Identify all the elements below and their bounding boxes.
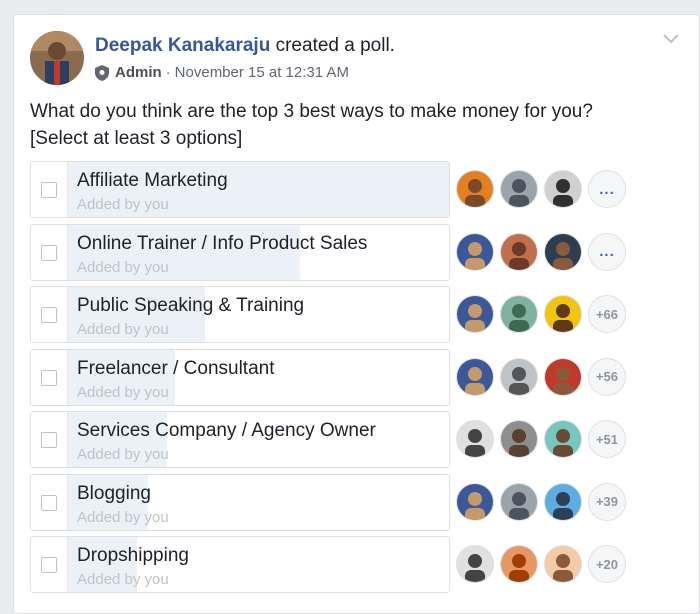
voter-avatar[interactable] [456,357,494,396]
more-voters-button[interactable]: +51 [588,420,626,458]
voter-avatar[interactable] [500,482,538,521]
voter-avatar[interactable] [456,545,494,583]
voter-avatar[interactable] [500,295,538,333]
voter-avatar[interactable] [544,420,582,458]
voter-avatar[interactable] [500,357,538,396]
poll-option[interactable]: Online Trainer / Info Product Sales Added… [30,223,450,281]
poll-option-row: Public Speaking & Training Added by you +6… [30,286,690,343]
checkbox-cell [31,537,68,592]
more-voters-button[interactable]: ... [588,170,626,208]
voter-avatar[interactable] [500,170,538,208]
voter-avatar[interactable] [544,232,582,271]
voter-avatar[interactable] [500,420,538,458]
voter-avatars: +51 [456,420,626,458]
more-voters-button[interactable]: +39 [588,482,626,521]
poll-option-row: Freelancer / Consultant Added by you +56 [30,348,690,406]
question-instruction: [Select at least 3 options] [30,128,243,149]
poll-option-row: Blogging Added by you +39 [30,473,690,531]
voter-avatars: +66 [456,295,626,333]
voter-avatars: ... [456,232,626,271]
poll-option-row: Dropshipping Added by you +20 [30,536,690,593]
checkbox-cell [31,224,68,280]
author-name[interactable]: Deepak Kanakaraju [95,35,270,56]
poll-option-row: Affiliate Marketing Added by you... [30,161,690,218]
checkbox-cell [31,287,68,342]
poll-option[interactable]: Services Company / Agency Owner Added by … [30,411,450,468]
voter-avatar[interactable] [500,545,538,583]
poll-question: What do you think are the top 3 best way… [30,98,670,152]
author-avatar[interactable] [30,31,84,85]
option-checkbox[interactable] [41,494,57,511]
option-added-by: Added by you [77,383,169,401]
voter-avatar[interactable] [544,545,582,583]
author-line: Deepak Kanakaraju created a poll. [95,35,395,57]
more-voters-button[interactable]: +56 [588,357,626,396]
option-checkbox[interactable] [41,307,57,323]
more-voters-button[interactable]: +66 [588,295,626,333]
voter-avatar[interactable] [500,232,538,271]
poll-option[interactable]: Dropshipping Added by you [30,536,450,593]
poll-option[interactable]: Blogging Added by you [30,473,450,531]
voter-avatars: +39 [456,482,626,521]
post-meta: Admin · November 15 at 12:31 AM [95,64,349,81]
poll-options: Affiliate Marketing Added by you... Online… [30,161,690,599]
poll-option[interactable]: Freelancer / Consultant Added by you [30,348,450,406]
voter-avatar[interactable] [544,295,582,333]
option-checkbox[interactable] [41,369,57,386]
voter-avatars: ... [456,170,626,208]
admin-role: Admin [115,64,162,81]
option-added-by: Added by you [77,508,169,526]
voter-avatar[interactable] [544,170,582,208]
question-text: What do you think are the top 3 best way… [30,101,593,122]
poll-option-row: Services Company / Agency Owner Added by … [30,411,690,468]
post-timestamp[interactable]: November 15 at 12:31 AM [175,64,349,81]
post-action: created a poll. [275,35,395,56]
voter-avatars: +20 [456,545,626,583]
option-checkbox[interactable] [41,432,57,448]
option-added-by: Added by you [77,321,169,338]
checkbox-cell [31,349,68,405]
shield-icon [95,64,109,81]
voter-avatar[interactable] [456,482,494,521]
option-added-by: Added by you [77,446,169,463]
option-added-by: Added by you [77,571,169,588]
chevron-down-icon[interactable] [661,31,681,47]
option-label: Blogging [77,482,151,504]
more-voters-button[interactable]: ... [588,232,626,271]
poll-option[interactable]: Affiliate Marketing Added by you [30,161,450,218]
poll-option-row: Online Trainer / Info Product Sales Added… [30,223,690,281]
voter-avatars: +56 [456,357,626,396]
checkbox-cell [31,474,68,530]
checkbox-cell [31,412,68,467]
voter-avatar[interactable] [456,170,494,208]
voter-avatar[interactable] [456,232,494,271]
more-voters-button[interactable]: +20 [588,545,626,583]
post-header: Deepak Kanakaraju created a poll. Admin … [14,15,699,95]
option-label: Online Trainer / Info Product Sales [77,232,368,254]
option-checkbox[interactable] [41,182,57,198]
option-checkbox[interactable] [41,244,57,261]
voter-avatar[interactable] [456,295,494,333]
poll-option[interactable]: Public Speaking & Training Added by you [30,286,450,343]
option-label: Services Company / Agency Owner [77,420,376,441]
meta-separator: · [165,64,171,81]
poll-post: Deepak Kanakaraju created a poll. Admin … [13,14,700,614]
option-added-by: Added by you [77,258,169,276]
voter-avatar[interactable] [456,420,494,458]
option-label: Freelancer / Consultant [77,357,275,379]
voter-avatar[interactable] [544,482,582,521]
checkbox-cell [31,162,68,217]
option-label: Public Speaking & Training [77,295,305,316]
option-label: Dropshipping [77,545,189,566]
option-label: Affiliate Marketing [77,170,228,191]
option-checkbox[interactable] [41,557,57,573]
voter-avatar[interactable] [544,357,582,396]
option-added-by: Added by you [77,196,169,213]
